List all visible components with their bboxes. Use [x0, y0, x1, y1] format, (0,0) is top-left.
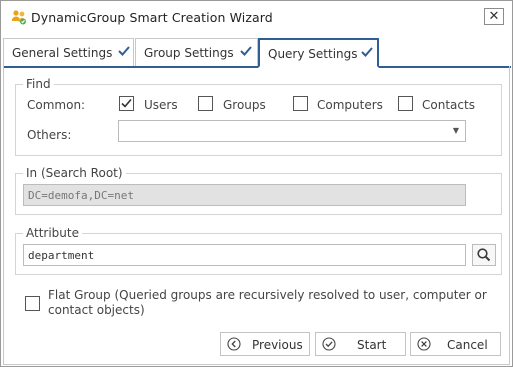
window-title: DynamicGroup Smart Creation Wizard — [31, 10, 273, 25]
find-legend: Find — [23, 77, 54, 91]
flat-group-label[interactable]: Flat Group (Queried groups are recursive… — [48, 288, 488, 318]
dropdown-arrow-icon: ▼ — [452, 126, 459, 135]
close-icon: ✕ — [488, 9, 500, 24]
groups-checkbox[interactable] — [198, 96, 213, 111]
start-button[interactable]: Start — [315, 332, 406, 356]
contacts-checkbox-label[interactable]: Contacts — [422, 98, 475, 112]
wizard-window: DynamicGroup Smart Creation Wizard ✕ Gen… — [0, 0, 513, 367]
people-group-icon — [11, 9, 27, 25]
tab-query-settings[interactable]: Query Settings — [258, 38, 379, 68]
attribute-field[interactable]: department — [23, 244, 466, 266]
wizard-tabs: General Settings Group Settings Query Se… — [3, 38, 511, 68]
search-icon — [477, 248, 491, 262]
previous-button[interactable]: Previous — [220, 332, 310, 356]
others-label: Others: — [27, 128, 72, 142]
tab-label: General Settings — [12, 46, 113, 60]
contacts-checkbox[interactable] — [398, 96, 413, 111]
start-label: Start — [357, 338, 387, 352]
groups-checkbox-label[interactable]: Groups — [223, 98, 266, 112]
tab-general-settings[interactable]: General Settings — [3, 38, 134, 66]
close-button[interactable]: ✕ — [484, 8, 504, 25]
users-checkbox-label[interactable]: Users — [144, 98, 178, 112]
arrow-left-icon — [227, 337, 241, 351]
check-circle-icon — [322, 337, 336, 351]
flat-group-checkbox[interactable] — [25, 296, 40, 311]
computers-checkbox[interactable] — [293, 96, 308, 111]
checkmark-icon — [361, 47, 373, 57]
search-root-field: DC=demofa,DC=net — [23, 184, 466, 206]
common-label: Common: — [27, 98, 86, 112]
computers-checkbox-label[interactable]: Computers — [317, 98, 383, 112]
title-bar: DynamicGroup Smart Creation Wizard ✕ — [1, 1, 512, 33]
tab-group-settings[interactable]: Group Settings — [135, 38, 258, 66]
others-dropdown[interactable]: ▼ — [118, 120, 466, 142]
attribute-search-button[interactable] — [472, 244, 496, 266]
checkmark-icon — [118, 46, 130, 56]
attribute-legend: Attribute — [23, 226, 82, 240]
tab-label: Query Settings — [268, 47, 358, 61]
users-checkbox[interactable] — [119, 96, 134, 111]
search-root-legend: In (Search Root) — [23, 166, 126, 180]
cancel-circle-icon — [417, 337, 431, 351]
cancel-button[interactable]: Cancel — [410, 332, 501, 356]
cancel-label: Cancel — [447, 338, 488, 352]
previous-label: Previous — [252, 338, 303, 352]
tab-label: Group Settings — [144, 46, 234, 60]
checkmark-icon — [240, 46, 252, 56]
checkmark-icon — [121, 98, 132, 108]
